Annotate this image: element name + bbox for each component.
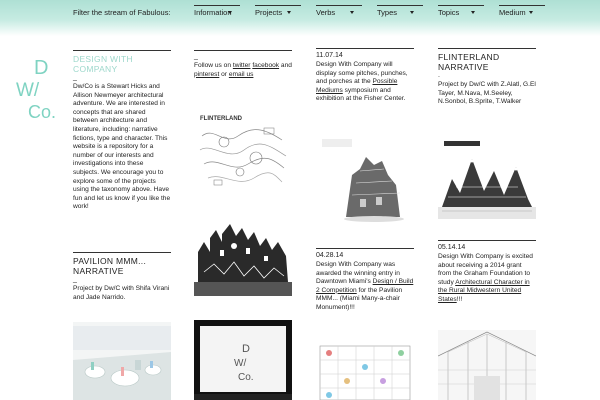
post-body: Project by Dw/C with Z.Alatl, G.El Tayer…	[438, 81, 536, 106]
flinterland-drawing-thumbnail[interactable]	[438, 137, 536, 219]
post-design-build-award[interactable]: 04.28.14 Design With Company was awarded…	[316, 248, 414, 313]
post-divider: _	[73, 74, 77, 81]
nav-dropdown-medium[interactable]: Medium	[499, 5, 545, 19]
nav-dropdown-information[interactable]: Information	[194, 5, 240, 19]
nav-label: Information	[194, 8, 232, 17]
chevron-down-icon	[287, 11, 291, 14]
porches-exhibition-thumbnail[interactable]	[316, 135, 414, 227]
nav-label: Medium	[499, 8, 526, 17]
post-divider: _	[73, 276, 77, 283]
post-possible-mediums[interactable]: 11.07.14 Design With Company will displa…	[316, 48, 414, 104]
facebook-link[interactable]: facebook	[252, 62, 279, 69]
email-link[interactable]: email us	[229, 71, 254, 78]
post-title[interactable]: FLINTERLAND NARRATIVE	[438, 52, 536, 72]
post-flinterland-narrative[interactable]: FLINTERLAND NARRATIVE . Project by Dw/C …	[438, 48, 536, 107]
city-drawing-thumbnail[interactable]	[194, 212, 292, 296]
pinterest-link[interactable]: pinterest	[194, 71, 219, 78]
chevron-down-icon	[228, 11, 232, 14]
logo-letter-d: D	[242, 343, 250, 355]
nav-dropdown-projects[interactable]: Projects	[255, 5, 301, 19]
post-follow-us: _ Follow us on twitter facebook and pint…	[194, 50, 292, 79]
nav-label: Projects	[255, 8, 283, 17]
post-pavilion-narrative[interactable]: PAVILION MMM... NARRATIVE _ Project by D…	[73, 252, 171, 302]
twitter-link[interactable]: twitter	[233, 62, 251, 69]
post-body: Design With Company is excited about rec…	[438, 253, 536, 305]
flinterland-map-thumbnail[interactable]: FLINTERLAND	[194, 106, 292, 196]
logo-letter-co: Co.	[28, 102, 56, 122]
nav-label: Verbs	[316, 8, 336, 17]
nav-dropdown-types[interactable]: Types	[377, 5, 423, 19]
post-design-with-company[interactable]: DESIGN WITH COMPANY _ Dw/Co is a Stewart…	[73, 50, 171, 212]
chevron-down-icon	[410, 11, 414, 14]
nav-dropdown-topics[interactable]: Topics	[438, 5, 484, 19]
nav-label: Types	[377, 8, 398, 17]
post-date: 11.07.14	[316, 52, 343, 59]
dwco-video-thumbnail[interactable]: D W/ Co.	[194, 320, 292, 400]
interior-structure-thumbnail[interactable]	[438, 330, 536, 400]
post-date: 05.14.14	[438, 244, 466, 251]
post-divider: .	[438, 72, 440, 79]
logo-letter-w: W/	[234, 358, 246, 369]
logo-letter-d: D	[34, 57, 48, 79]
logo-letter-w: W/	[16, 80, 40, 101]
post-body: Dw/Co is a Stewart Hicks and Allison New…	[73, 83, 171, 211]
chevron-down-icon	[350, 11, 354, 14]
post-body: Design With Company was awarded the winn…	[316, 261, 414, 313]
or-label: or	[221, 70, 228, 78]
chevron-down-icon	[529, 11, 533, 14]
chevron-down-icon	[471, 11, 475, 14]
dwco-logo[interactable]: D W/ Co.	[14, 52, 66, 124]
nav-dropdown-verbs[interactable]: Verbs	[316, 5, 362, 19]
post-divider: _	[194, 53, 198, 60]
post-body: Design With Company will display some pi…	[316, 61, 414, 104]
follow-text: Follow us on twitter facebook and pinter…	[194, 62, 292, 79]
logo-letter-co: Co.	[238, 372, 254, 383]
post-body: Project by Dw/C with Shifa Virani and Ja…	[73, 285, 170, 301]
thumb-title: FLINTERLAND	[200, 116, 243, 122]
pavilion-thumbnail[interactable]	[73, 322, 171, 400]
filter-label: Filter the stream of Fabulous:	[73, 8, 171, 17]
post-body-text: !!!	[456, 295, 463, 303]
follow-label: Follow us on	[194, 62, 232, 69]
game-board-thumbnail[interactable]	[316, 344, 414, 400]
and-label: and	[280, 62, 292, 69]
post-title[interactable]: PAVILION MMM... NARRATIVE	[73, 256, 171, 276]
filter-bar: Filter the stream of Fabulous: Informati…	[0, 0, 600, 36]
post-graham-grant[interactable]: 05.14.14 Design With Company is excited …	[438, 240, 536, 305]
nav-label: Topics	[438, 8, 460, 17]
post-title[interactable]: DESIGN WITH COMPANY	[73, 54, 171, 74]
post-date: 04.28.14	[316, 252, 344, 259]
